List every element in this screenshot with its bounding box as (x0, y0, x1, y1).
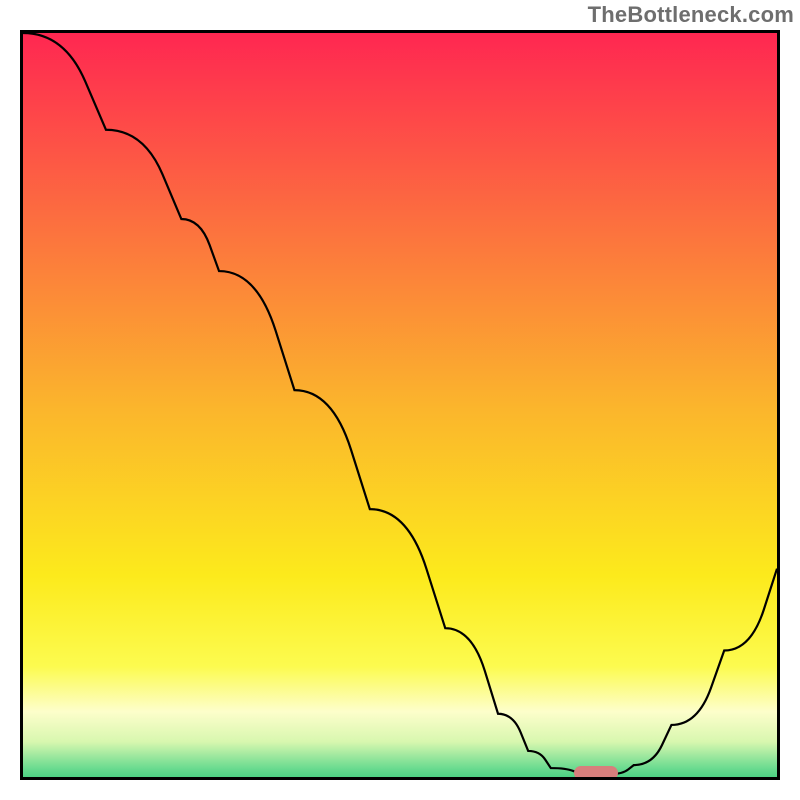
bottleneck-curve (23, 33, 777, 777)
chart-frame: TheBottleneck.com (0, 0, 800, 800)
optimum-marker (574, 766, 618, 780)
plot-area (20, 30, 780, 780)
watermark-text: TheBottleneck.com (588, 2, 794, 28)
